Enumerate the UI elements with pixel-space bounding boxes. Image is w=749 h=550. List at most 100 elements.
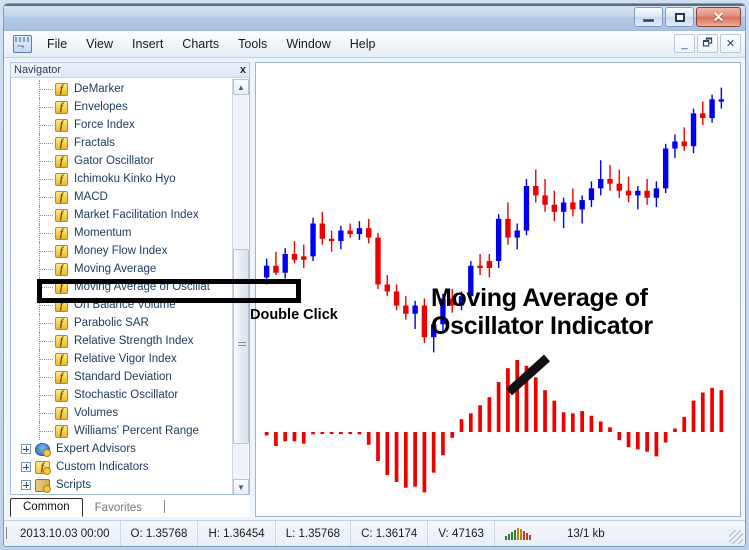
tree-connector-icon: [39, 359, 53, 360]
tab-caret: [163, 500, 165, 513]
tree-item-label: Fractals: [74, 137, 115, 149]
expand-plus-icon[interactable]: [21, 444, 31, 454]
window-maximize-button[interactable]: [665, 7, 694, 27]
indicator-function-icon: f: [55, 172, 68, 186]
tree-item-indicator[interactable]: f Momentum: [11, 224, 231, 242]
menu-item-insert[interactable]: Insert: [123, 33, 172, 55]
tree-item-label: Envelopes: [74, 101, 128, 113]
tree-item-label: Parabolic SAR: [74, 317, 149, 329]
menu-item-view[interactable]: View: [77, 33, 122, 55]
tree-item-label: Gator Oscillator: [74, 155, 154, 167]
osma-histogram-bar: [468, 413, 473, 432]
expert-advisor-icon: [35, 442, 51, 457]
tree-item-indicator[interactable]: f Volumes: [11, 404, 231, 422]
osma-histogram-bar: [366, 432, 371, 445]
osma-histogram-bar: [441, 432, 445, 456]
indicator-function-icon: f: [55, 280, 68, 294]
tree-item-indicator[interactable]: f Fractals: [11, 134, 231, 152]
candle-body: [523, 186, 530, 231]
indicator-function-icon: f: [55, 370, 68, 384]
candle-body: [319, 223, 326, 239]
indicator-tree[interactable]: f DeMarker f Envelopes f Force Index f Fractals…: [11, 80, 231, 494]
tree-item-indicator[interactable]: f Market Facilitation Index: [11, 206, 231, 224]
tree-item-indicator[interactable]: f Standard Deviation: [11, 368, 231, 386]
candle-body: [607, 178, 613, 184]
navigator-tabs: Common Favorites: [10, 495, 250, 517]
navigator-scrollbar[interactable]: ▲ ▼: [232, 79, 249, 494]
osma-histogram-bar: [598, 421, 603, 432]
tree-item-indicator[interactable]: f Parabolic SAR: [11, 314, 231, 332]
candle-body: [681, 141, 687, 147]
tree-item-label: Moving Average: [74, 263, 157, 275]
tree-item-label: Force Index: [74, 119, 135, 131]
window-controls: ✕: [634, 7, 741, 27]
tree-connector-icon: [39, 89, 53, 90]
indicator-function-icon: f: [55, 406, 68, 420]
menu-item-help[interactable]: Help: [341, 33, 385, 55]
candle-body: [347, 230, 353, 235]
tab-favorites[interactable]: Favorites: [83, 500, 154, 517]
tree-connector-icon: [39, 431, 53, 432]
tree-item-indicator[interactable]: f Gator Oscillator: [11, 152, 231, 170]
tree-item-indicator[interactable]: f Ichimoku Kinko Hyo: [11, 170, 231, 188]
tree-item-indicator[interactable]: f Money Flow Index: [11, 242, 231, 260]
osma-histogram-bar: [450, 432, 455, 438]
tree-item-indicator[interactable]: f DeMarker: [11, 80, 231, 98]
menu-item-charts[interactable]: Charts: [173, 33, 228, 55]
tab-common[interactable]: Common: [10, 498, 83, 517]
mdi-minimize-button[interactable]: _: [674, 34, 695, 53]
tree-connector-icon: [39, 377, 53, 378]
candle-body: [662, 148, 669, 189]
tree-connector-icon: [39, 125, 53, 126]
scroll-up-arrow-icon[interactable]: ▲: [233, 79, 249, 95]
window-close-button[interactable]: ✕: [696, 7, 741, 27]
tree-connector-icon: [39, 269, 53, 270]
tree-item-indicator[interactable]: f Relative Vigor Index: [11, 350, 231, 368]
indicator-function-icon: f: [55, 244, 68, 258]
application-window: ✕ File View Insert Charts Tools Window H…: [0, 0, 749, 550]
tree-item-indicator[interactable]: f Force Index: [11, 116, 231, 134]
mdi-close-button[interactable]: ✕: [720, 34, 741, 53]
tree-item-indicator[interactable]: f Moving Average of Oscillat: [11, 278, 231, 296]
tree-folder[interactable]: Expert Advisors: [11, 440, 231, 458]
window-minimize-button[interactable]: [634, 7, 663, 27]
tree-item-indicator[interactable]: f Relative Strength Index: [11, 332, 231, 350]
tree-item-indicator[interactable]: f Williams' Percent Range: [11, 422, 231, 440]
tree-connector-icon: [39, 179, 53, 180]
navigator-title: Navigator: [11, 64, 62, 76]
candle-body: [366, 228, 372, 238]
candle-body: [579, 200, 585, 210]
scrollbar-thumb[interactable]: [233, 249, 249, 444]
tree-folder[interactable]: f Custom Indicators: [11, 458, 231, 476]
navigator-body: f DeMarker f Envelopes f Force Index f Fractals…: [10, 77, 250, 495]
mdi-restore-button[interactable]: 🗗: [697, 34, 718, 53]
expand-plus-icon[interactable]: [21, 480, 31, 490]
tree-folder[interactable]: Scripts: [11, 476, 231, 494]
tree-item-indicator[interactable]: f Envelopes: [11, 98, 231, 116]
resize-grip-icon: [729, 530, 743, 544]
indicator-function-icon: f: [55, 118, 68, 132]
osma-histogram-bar: [645, 432, 649, 452]
indicator-function-icon: f: [55, 82, 68, 96]
tree-item-indicator[interactable]: f Stochastic Oscillator: [11, 386, 231, 404]
menu-item-file[interactable]: File: [38, 33, 76, 55]
tree-item-label: Market Facilitation Index: [74, 209, 199, 221]
tree-item-indicator[interactable]: f MACD: [11, 188, 231, 206]
tree-item-label: Ichimoku Kinko Hyo: [74, 173, 176, 185]
candle-body: [560, 202, 567, 212]
status-open: O: 1.35768: [121, 520, 199, 546]
tree-item-indicator[interactable]: f On Balance Volume: [11, 296, 231, 314]
navigator-close-icon[interactable]: x: [240, 63, 246, 77]
candle-body: [588, 188, 595, 201]
scroll-down-arrow-icon[interactable]: ▼: [233, 479, 249, 494]
tree-item-label: Relative Strength Index: [74, 335, 194, 347]
tree-item-indicator[interactable]: f Moving Average: [11, 260, 231, 278]
tree-item-label: Relative Vigor Index: [74, 353, 177, 365]
menu-item-tools[interactable]: Tools: [229, 33, 276, 55]
menu-item-window[interactable]: Window: [277, 33, 339, 55]
tree-connector-icon: [39, 233, 53, 234]
expand-plus-icon[interactable]: [21, 462, 31, 472]
status-date: 2013.10.03 00:00: [10, 520, 121, 546]
signal-bar: [504, 535, 507, 540]
osma-histogram-bar: [691, 400, 696, 432]
